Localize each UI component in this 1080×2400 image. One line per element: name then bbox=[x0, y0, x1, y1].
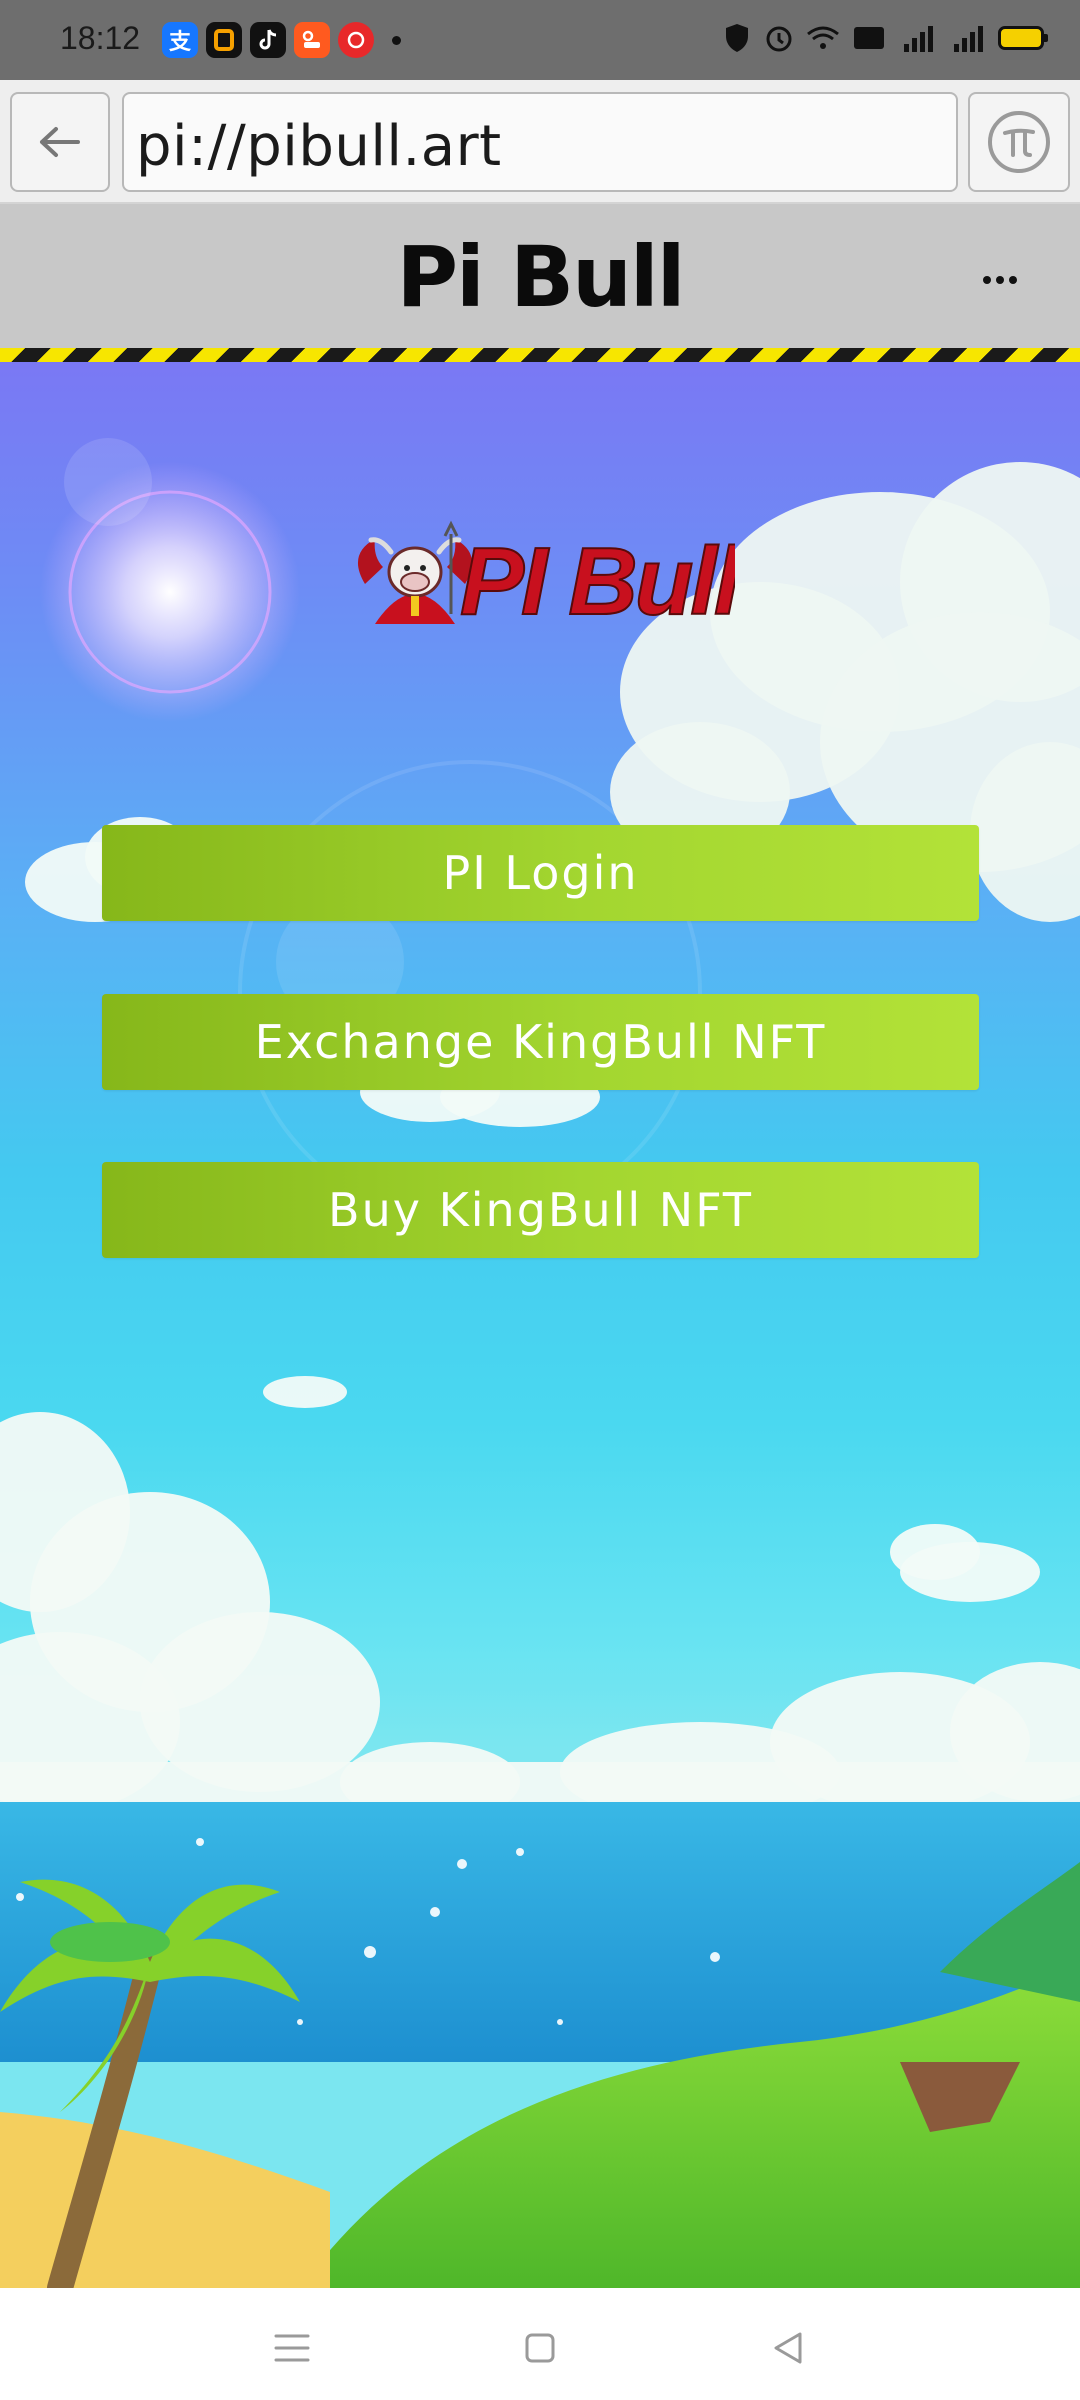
scene-background bbox=[0, 438, 1080, 2288]
recent-apps-button[interactable] bbox=[262, 2318, 322, 2378]
logo-text: PI Bull bbox=[460, 528, 735, 634]
browser-toolbar: pi://pibull.art bbox=[0, 80, 1080, 204]
home-button[interactable] bbox=[510, 2318, 570, 2378]
battery-icon bbox=[998, 26, 1048, 50]
more-dot bbox=[1009, 276, 1017, 284]
status-bar: 18:12 支 bbox=[0, 0, 1080, 80]
nav-back-button[interactable] bbox=[758, 2318, 818, 2378]
tiktok-icon bbox=[250, 22, 286, 58]
main-scene: PI Bull PI Login Exchange KingBull NFT B… bbox=[0, 362, 1080, 2288]
signal-4g-icon bbox=[898, 20, 936, 56]
notification-icons: 支 bbox=[162, 22, 401, 58]
app-header: Pi Bull bbox=[0, 204, 1080, 348]
back-icon bbox=[774, 2332, 802, 2364]
system-navigation-bar bbox=[0, 2288, 1080, 2400]
wifi-icon bbox=[806, 20, 840, 56]
more-dot bbox=[996, 276, 1004, 284]
more-horizontal-icon bbox=[983, 276, 991, 284]
status-icons bbox=[722, 20, 1048, 56]
app-icon bbox=[294, 22, 330, 58]
alarm-icon bbox=[764, 20, 794, 56]
back-button[interactable] bbox=[10, 92, 110, 192]
back-arrow-icon bbox=[40, 127, 80, 157]
pi-bull-logo: PI Bull bbox=[357, 520, 735, 634]
home-icon bbox=[525, 2333, 555, 2363]
bull-mascot-icon bbox=[357, 520, 473, 624]
menu-icon bbox=[274, 2334, 310, 2362]
app-icon bbox=[338, 22, 374, 58]
signal-4g-icon bbox=[948, 20, 986, 56]
hd-icon bbox=[852, 20, 886, 56]
status-time: 18:12 bbox=[60, 20, 141, 56]
app-icon bbox=[206, 22, 242, 58]
pi-browser-button[interactable] bbox=[968, 92, 1070, 192]
buy-kingbull-nft-button[interactable]: Buy KingBull NFT bbox=[102, 1162, 979, 1258]
url-field[interactable]: pi://pibull.art bbox=[122, 92, 958, 192]
pi-login-button[interactable]: PI Login bbox=[102, 825, 979, 921]
url-text: pi://pibull.art bbox=[136, 114, 502, 179]
vpn-icon bbox=[722, 20, 752, 56]
more-notifications-dot bbox=[392, 35, 401, 45]
hazard-stripe-divider bbox=[0, 348, 1080, 362]
pi-network-icon bbox=[988, 111, 1050, 173]
alipay-icon: 支 bbox=[162, 22, 198, 58]
more-options-button[interactable] bbox=[970, 260, 1030, 300]
exchange-kingbull-nft-button[interactable]: Exchange KingBull NFT bbox=[102, 994, 979, 1090]
page-title: Pi Bull bbox=[396, 228, 685, 326]
